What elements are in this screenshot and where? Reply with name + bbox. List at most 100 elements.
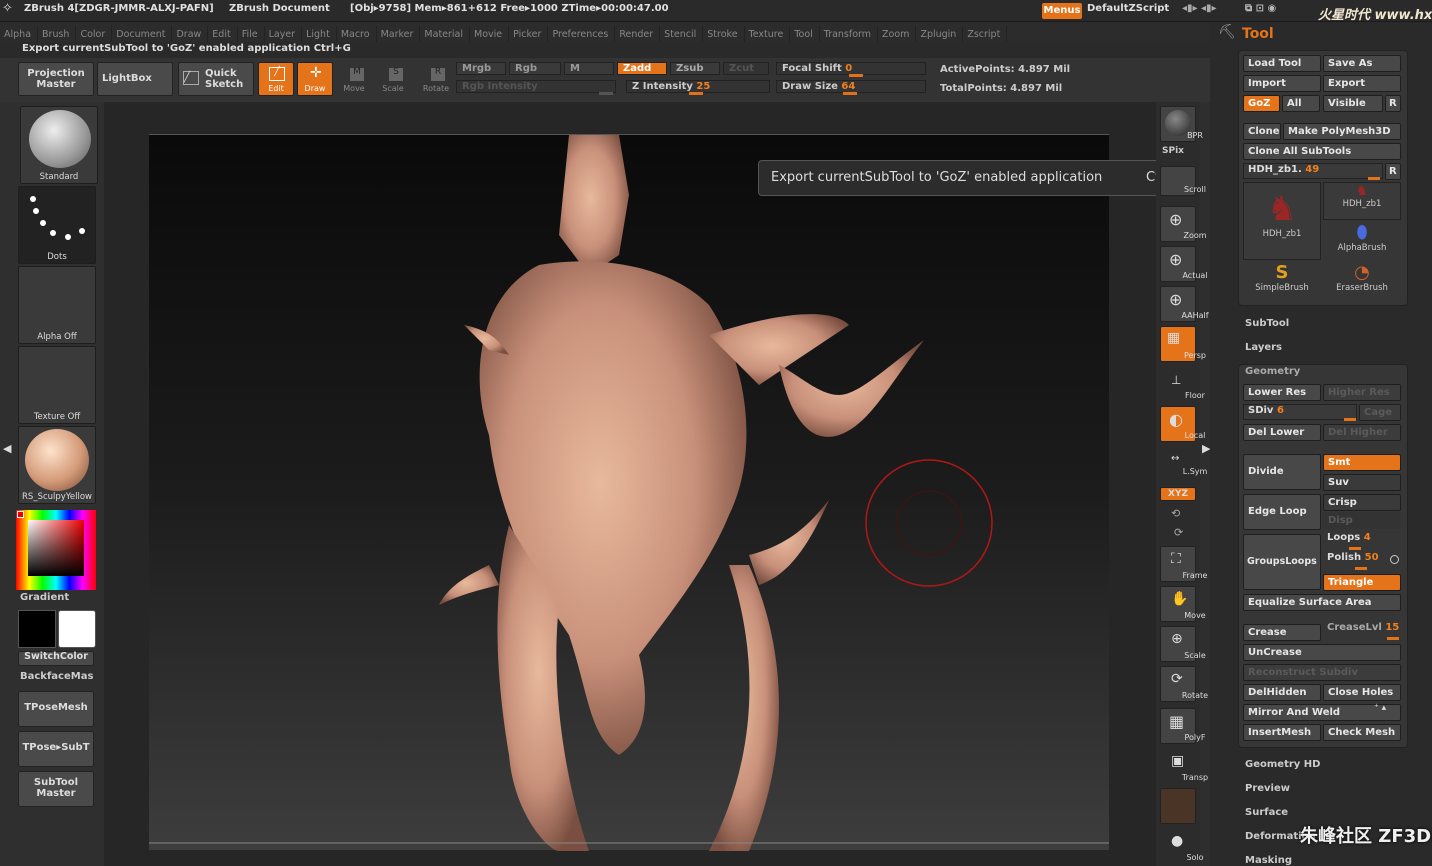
draw-size-slider[interactable]: Draw Size 64 bbox=[776, 80, 926, 95]
geometry-hd-section[interactable]: Geometry HD bbox=[1245, 759, 1320, 770]
shelf-floor-button[interactable]: ⊥ Floor bbox=[1160, 366, 1205, 402]
gradient-label[interactable]: Gradient bbox=[20, 592, 69, 603]
rotate-z-icon[interactable]: ⟳ bbox=[1174, 526, 1183, 539]
window-controls-icon[interactable]: ⧉ ⊡ ◉ bbox=[1245, 3, 1276, 14]
current-tool-r-button[interactable]: R bbox=[1385, 163, 1401, 180]
z-intensity-slider[interactable]: Z Intensity 25 bbox=[626, 80, 770, 95]
mirror-options-icon[interactable]: ⁺ ▴ bbox=[1374, 703, 1386, 713]
zcut-toggle[interactable]: Zcut bbox=[723, 62, 769, 75]
current-tool-slider[interactable]: HDH_zb1. 49 bbox=[1243, 163, 1383, 180]
shelf-persp-button[interactable]: ▦ Persp bbox=[1160, 326, 1206, 362]
shelf-solo-button[interactable]: ● Solo bbox=[1160, 828, 1204, 864]
zsub-toggle[interactable]: Zsub bbox=[670, 62, 720, 75]
edit-button[interactable]: ╱ Edit bbox=[258, 62, 294, 96]
shelf-scale-button[interactable]: ⊕ Scale bbox=[1160, 626, 1206, 662]
loops-slider[interactable]: Loops 4 bbox=[1323, 532, 1401, 550]
del-lower-button[interactable]: Del Lower bbox=[1243, 424, 1321, 441]
geometry-section[interactable]: Geometry bbox=[1245, 366, 1300, 377]
mrgb-toggle[interactable]: Mrgb bbox=[456, 62, 506, 75]
quick-sketch-button[interactable]: ╱ Quick Sketch bbox=[178, 62, 254, 96]
stroke-selector[interactable]: Dots bbox=[18, 186, 96, 264]
disp-slider[interactable]: Disp bbox=[1323, 512, 1401, 529]
close-holes-button[interactable]: Close Holes bbox=[1323, 684, 1401, 701]
shelf-move-button[interactable]: ✋ Move bbox=[1160, 586, 1206, 622]
rgb-intensity-slider[interactable]: Rgb Intensity bbox=[456, 80, 616, 95]
save-as-button[interactable]: Save As bbox=[1323, 55, 1401, 72]
shelf-ghost-button[interactable] bbox=[1160, 788, 1196, 824]
draw-button[interactable]: ✛ Draw bbox=[297, 62, 333, 96]
shelf-frame-button[interactable]: ⛶ Frame bbox=[1160, 546, 1207, 582]
texture-selector[interactable]: Texture Off bbox=[18, 346, 96, 424]
suv-toggle[interactable]: Suv bbox=[1323, 474, 1401, 491]
export-button[interactable]: Export bbox=[1323, 75, 1401, 92]
material-selector[interactable]: RS_SculpyYellow bbox=[18, 426, 96, 504]
zscript-name[interactable]: DefaultZScript bbox=[1087, 3, 1169, 14]
rgb-toggle[interactable]: Rgb bbox=[509, 62, 561, 75]
polish-circle-toggle[interactable] bbox=[1390, 555, 1399, 564]
groupsloops-button[interactable]: GroupsLoops bbox=[1243, 534, 1321, 590]
goz-r-button[interactable]: R bbox=[1385, 95, 1401, 112]
color-square[interactable] bbox=[28, 520, 84, 576]
lower-res-button[interactable]: Lower Res bbox=[1243, 384, 1321, 401]
move-button[interactable]: M Move bbox=[337, 62, 371, 96]
main-color-swatch[interactable] bbox=[58, 610, 96, 648]
focal-shift-slider[interactable]: Focal Shift 0 bbox=[776, 62, 926, 77]
rotate-y-icon[interactable]: ⟲ bbox=[1171, 507, 1180, 520]
shelf-xyz-button[interactable]: XYZ bbox=[1160, 487, 1196, 501]
preview-section[interactable]: Preview bbox=[1245, 783, 1290, 794]
goz-all-button[interactable]: All bbox=[1282, 95, 1320, 112]
tpose-subt-button[interactable]: TPose▸SubT bbox=[18, 731, 94, 767]
alpha-selector[interactable]: Alpha Off bbox=[18, 266, 96, 344]
layout-arrows-icon[interactable]: ◂▮▸ ◂▮▸ bbox=[1182, 3, 1217, 14]
crisp-toggle[interactable]: Crisp bbox=[1323, 494, 1401, 511]
shelf-transp-button[interactable]: ▣ Transp bbox=[1160, 748, 1208, 784]
visible-button[interactable]: Visible bbox=[1323, 95, 1383, 112]
m-toggle[interactable]: M bbox=[564, 62, 614, 75]
shelf-local-button[interactable]: ◐ Local bbox=[1160, 406, 1205, 442]
secondary-color-swatch[interactable] bbox=[18, 610, 56, 648]
shelf-zoom-button[interactable]: ⊕ Zoom bbox=[1160, 206, 1207, 242]
scale-button[interactable]: S Scale bbox=[376, 62, 410, 96]
crease-button[interactable]: Crease bbox=[1243, 624, 1321, 641]
tool-thumb-simplebrush[interactable]: S SimpleBrush bbox=[1243, 262, 1321, 300]
shelf-bpr-button[interactable]: BPR bbox=[1160, 106, 1203, 142]
creaselvl-slider[interactable]: CreaseLvl 15 bbox=[1323, 622, 1401, 640]
clone-all-subtools-button[interactable]: Clone All SubTools bbox=[1243, 143, 1401, 160]
uncrease-button[interactable]: UnCrease bbox=[1243, 644, 1401, 661]
shelf-polyf-button[interactable]: ▦ PolyF bbox=[1160, 708, 1206, 744]
tool-thumb-hdh-small[interactable]: ♞ HDH_zb1 bbox=[1323, 182, 1401, 220]
menus-button[interactable]: Menus bbox=[1042, 3, 1082, 19]
tposemesh-button[interactable]: TPoseMesh bbox=[18, 691, 94, 727]
color-picker[interactable] bbox=[16, 510, 96, 590]
shelf-actual-button[interactable]: ⊕ Actual bbox=[1160, 246, 1208, 282]
delhidden-button[interactable]: DelHidden bbox=[1243, 684, 1321, 701]
masking-section[interactable]: Masking bbox=[1245, 855, 1292, 866]
triangle-toggle[interactable]: Triangle bbox=[1323, 574, 1401, 591]
backface-mask-label[interactable]: BackfaceMas bbox=[20, 671, 93, 682]
polish-slider[interactable]: Polish 50 bbox=[1323, 552, 1385, 570]
check-mesh-button[interactable]: Check Mesh bbox=[1323, 724, 1401, 741]
make-polymesh-button[interactable]: Make PolyMesh3D bbox=[1283, 123, 1401, 140]
shelf-aahalf-button[interactable]: ⊕ AAHalf bbox=[1160, 286, 1209, 322]
layers-section[interactable]: Layers bbox=[1245, 342, 1282, 353]
divide-button[interactable]: Divide bbox=[1243, 454, 1321, 490]
surface-section[interactable]: Surface bbox=[1245, 807, 1288, 818]
reconstruct-subdiv-button[interactable]: Reconstruct Subdiv bbox=[1243, 664, 1401, 681]
shelf-lsym-button[interactable]: ↔ L.Sym bbox=[1160, 450, 1207, 478]
left-tray-collapse-icon[interactable]: ◀ bbox=[3, 442, 11, 472]
rotate-button[interactable]: R Rotate bbox=[418, 62, 454, 96]
sdiv-slider[interactable]: SDiv 6 bbox=[1243, 404, 1357, 421]
goz-button[interactable]: GoZ bbox=[1243, 95, 1280, 112]
projection-master-button[interactable]: Projection Master bbox=[18, 62, 94, 96]
smt-toggle[interactable]: Smt bbox=[1323, 454, 1401, 471]
higher-res-button[interactable]: Higher Res bbox=[1323, 384, 1401, 401]
shelf-rotate-button[interactable]: ⟳ Rotate bbox=[1160, 666, 1208, 702]
lightbox-button[interactable]: LightBox bbox=[97, 62, 173, 96]
cage-button[interactable]: Cage bbox=[1359, 404, 1401, 421]
brush-selector[interactable]: Standard bbox=[20, 106, 98, 184]
del-higher-button[interactable]: Del Higher bbox=[1323, 424, 1401, 441]
subtool-master-button[interactable]: SubTool Master bbox=[18, 771, 94, 807]
pin-icon[interactable]: ⛏ bbox=[1218, 24, 1236, 40]
shelf-scroll-button[interactable]: Scroll bbox=[1160, 166, 1206, 196]
edge-loop-button[interactable]: Edge Loop bbox=[1243, 494, 1321, 530]
